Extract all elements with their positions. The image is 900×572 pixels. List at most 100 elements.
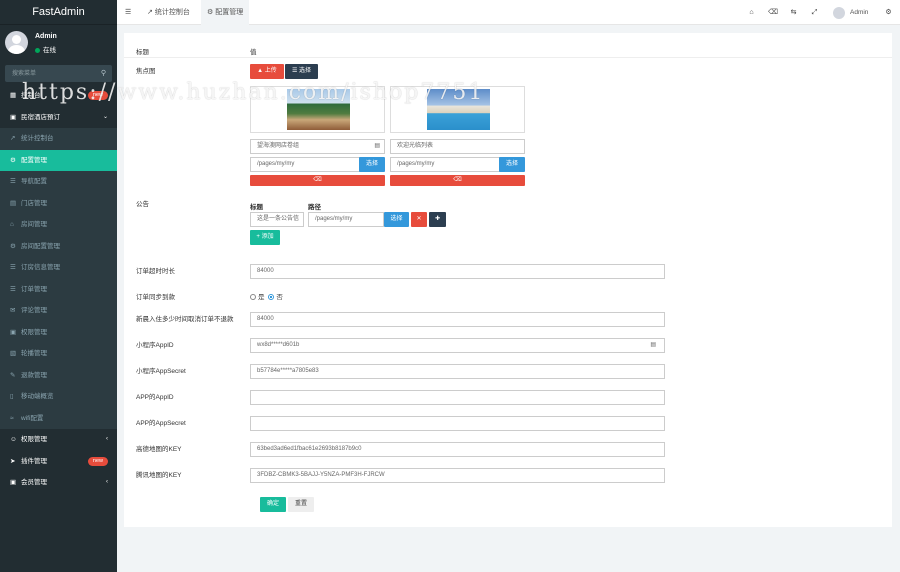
- radio-no[interactable]: [268, 294, 275, 301]
- sidebar-item-label: 轮播管理: [21, 350, 47, 357]
- close-icon: ✕: [416, 216, 422, 222]
- header-user-name[interactable]: Admin: [850, 0, 868, 25]
- mobile-icon: ▯: [10, 393, 14, 400]
- order-timeout-input[interactable]: 84000: [250, 264, 665, 279]
- notice-path-input[interactable]: /pages/my/my: [308, 212, 384, 227]
- field-label-amap-key: 高德地图的KEY: [136, 446, 182, 453]
- slide-1-path-input[interactable]: /pages/my/my: [250, 157, 360, 172]
- sidebar-item-4[interactable]: ☰ 导航配置: [0, 171, 117, 193]
- new-badge: new: [87, 456, 108, 466]
- translate-icon[interactable]: ⇆: [789, 8, 798, 17]
- slide-image-2: [427, 89, 490, 130]
- sidebar-item-5[interactable]: ▤ 门店管理: [0, 192, 117, 214]
- wifi-icon: ≈: [10, 414, 14, 422]
- sidebar-item-3[interactable]: ⚙ 配置管理: [0, 149, 117, 171]
- submit-button[interactable]: 确定: [260, 497, 286, 512]
- sidebar-item-2[interactable]: ↗ 统计控制台: [0, 128, 117, 150]
- slide-2-choose-button[interactable]: 选择: [499, 157, 525, 172]
- mp-appsecret-input[interactable]: b57784e*****a7805e83: [250, 364, 665, 379]
- store-icon: ▤: [10, 199, 17, 207]
- sidebar-item-16[interactable]: ☺ 权限管理 ‹: [0, 429, 117, 451]
- sidebar-item-12[interactable]: ▧ 轮播管理: [0, 343, 117, 365]
- slide-image-1: [287, 89, 350, 130]
- order-sync-radio-group: 是 否: [250, 291, 283, 301]
- clipboard-icon[interactable]: ▤: [374, 140, 380, 153]
- sidebar-item-label: 门店管理: [21, 199, 47, 207]
- notice-remove-button[interactable]: ✕: [411, 212, 427, 227]
- plus-icon: +: [256, 234, 260, 240]
- add-button[interactable]: + 添加: [250, 230, 280, 245]
- qqmap-key-input[interactable]: 3FDBZ-CBMK3-5BAJJ-Y5NZA-PMF3H-FJRCW: [250, 468, 665, 483]
- sidebar-item-7[interactable]: ⚙ 房间配置管理: [0, 235, 117, 257]
- app-appid-input[interactable]: [250, 390, 665, 405]
- upload-label: 上传: [264, 68, 277, 74]
- sidebar-item-9[interactable]: ☰ 订单管理: [0, 278, 117, 300]
- sidebar-item-label: 评论管理: [21, 307, 47, 314]
- slide-2-title-input[interactable]: 欢迎光临列表: [390, 139, 525, 154]
- sidebar-item-6[interactable]: ⌂ 房间管理: [0, 214, 117, 236]
- choose-button[interactable]: ☰ 选择: [285, 64, 318, 79]
- list-icon: ☰: [10, 264, 16, 271]
- tab-stats-label: 统计控制台: [154, 9, 190, 16]
- sidebar: FastAdmin Admin 在线 ⚲ ▦ 控制台 new ▣ 民宿酒店預订 ⌄ ↗ 统计控…: [0, 0, 117, 572]
- sidebar-item-8[interactable]: ☰ 订房信息管理: [0, 257, 117, 279]
- status-dot-icon: [35, 47, 40, 53]
- upload-button[interactable]: ▲ 上传: [250, 64, 284, 79]
- header-avatar[interactable]: [833, 7, 845, 19]
- mp-appid-input[interactable]: wx8d*****d601b ▤: [250, 338, 665, 353]
- slide-1-title-input[interactable]: 望海澳网店卷组 ▤: [250, 139, 385, 154]
- app-appsecret-input[interactable]: [250, 416, 665, 431]
- member-icon: ▣: [10, 479, 17, 486]
- sidebar-item-label: 民宿酒店預订: [21, 113, 60, 121]
- search-icon[interactable]: ⚲: [101, 69, 106, 77]
- notice-title-input[interactable]: 这是一条公告信: [250, 212, 304, 227]
- image-icon: ▧: [10, 350, 17, 357]
- refund-icon: ✎: [10, 371, 16, 379]
- qqmap-key-value: 3FDBZ-CBMK3-5BAJJ-Y5NZA-PMF3H-FJRCW: [257, 472, 385, 478]
- field-label-app-appsecret: APP的AppSecret: [136, 420, 186, 427]
- home-icon[interactable]: ⌂: [747, 8, 756, 17]
- slide-1-choose-button[interactable]: 选择: [359, 157, 385, 172]
- config-panel: 标题 值 焦点图 ▲ 上传 ☰ 选择 望海澳网店卷组 ▤ 欢迎光临列表 /page…: [124, 33, 892, 527]
- users-icon: ☺: [10, 436, 17, 443]
- slide-2-path-input[interactable]: /pages/my/my: [390, 157, 500, 172]
- trash-icon[interactable]: ⌫: [768, 8, 778, 17]
- sidebar-item-11[interactable]: ▣ 权限管理: [0, 321, 117, 343]
- order-timeout-value: 84000: [257, 268, 274, 274]
- sidebar-item-0[interactable]: ▦ 控制台 new: [0, 85, 117, 107]
- sidebar-item-18[interactable]: ▣ 会员管理 ‹: [0, 472, 117, 494]
- notice-drag-button[interactable]: ✚: [429, 212, 446, 227]
- sidebar-item-1[interactable]: ▣ 民宿酒店預订 ⌄: [0, 107, 117, 129]
- clipboard-icon[interactable]: ▤: [650, 339, 656, 352]
- cancel-refund-input[interactable]: 84000: [250, 312, 665, 327]
- sidebar-item-14[interactable]: ▯ 移动端概览: [0, 386, 117, 408]
- field-label-app-appid: APP的AppID: [136, 394, 174, 401]
- sidebar-item-13[interactable]: ✎ 退款管理: [0, 364, 117, 386]
- sidebar-item-10[interactable]: ✉ 评论管理: [0, 300, 117, 322]
- slide-thumb-2[interactable]: [390, 86, 525, 133]
- menu-toggle-icon[interactable]: ☰: [125, 0, 131, 25]
- amap-key-input[interactable]: 63bed3ad6ed1fbac61e2693b8187b9c0: [250, 442, 665, 457]
- tab-stats[interactable]: ↗ 统计控制台: [147, 0, 190, 25]
- slide-2-delete-button[interactable]: ⌫: [390, 175, 525, 186]
- settings-icon: ⚙: [10, 242, 16, 250]
- notice-choose-button[interactable]: 选择: [384, 212, 409, 227]
- slide-1-delete-button[interactable]: ⌫: [250, 175, 385, 186]
- settings-icon[interactable]: ⚙: [884, 8, 893, 17]
- radio-yes[interactable]: [250, 294, 256, 301]
- app-logo[interactable]: FastAdmin: [0, 0, 117, 25]
- chart-icon: ↗: [10, 135, 16, 142]
- slide-1-path: /pages/my/my: [257, 161, 295, 167]
- gear-icon: ⚙: [207, 9, 214, 16]
- sidebar-item-15[interactable]: ≈ wifi配置: [0, 407, 117, 429]
- sidebar-search-input[interactable]: [5, 65, 90, 82]
- sidebar-item-17[interactable]: ➤ 插件管理 new: [0, 451, 117, 473]
- list-icon: ☰: [291, 68, 298, 74]
- slide-thumb-1[interactable]: [250, 86, 385, 133]
- sidebar-item-label: wifi配置: [21, 414, 44, 422]
- sidebar-search: ⚲: [5, 65, 112, 82]
- focus-label: 焦点图: [136, 68, 156, 75]
- reset-button[interactable]: 重置: [288, 497, 314, 512]
- fullscreen-icon[interactable]: ⤢: [810, 8, 819, 17]
- tab-config[interactable]: ⚙ 配置管理: [201, 0, 250, 25]
